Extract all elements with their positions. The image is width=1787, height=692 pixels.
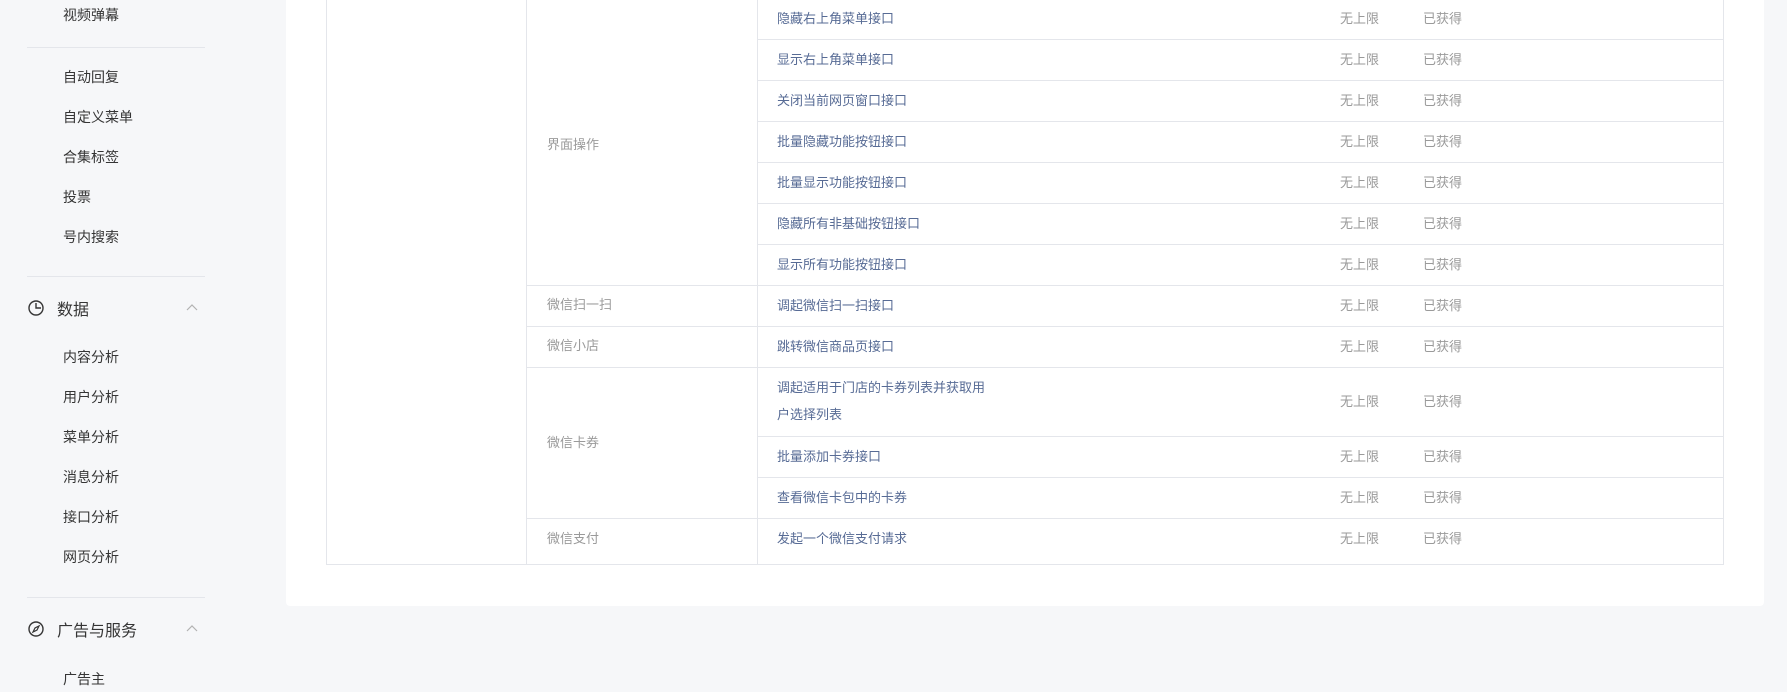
- sidebar-item-api-analysis[interactable]: 接口分析: [63, 508, 119, 528]
- category-cell: 微信扫一扫: [547, 298, 613, 313]
- sidebar-item-collection-tags[interactable]: 合集标签: [63, 148, 119, 168]
- api-name[interactable]: 查看微信卡包中的卡券: [777, 485, 907, 512]
- call-limit: 无上限: [1340, 176, 1380, 191]
- api-permission-table: 界面操作 微信扫一扫 微信小店 微信卡券 微信支付 隐藏右上角菜单接口 无上限 …: [326, 0, 1724, 565]
- api-name[interactable]: 关闭当前网页窗口接口: [777, 88, 907, 115]
- permission-status: 已获得: [1423, 395, 1463, 410]
- category-cell: 微信卡券: [547, 436, 600, 451]
- api-name[interactable]: 调起微信扫一扫接口: [777, 293, 894, 320]
- api-name[interactable]: 发起一个微信支付请求: [777, 526, 907, 553]
- call-limit: 无上限: [1340, 340, 1380, 355]
- sidebar-group-data[interactable]: 数据: [27, 295, 199, 321]
- permission-status: 已获得: [1423, 12, 1463, 27]
- sidebar-item-vote[interactable]: 投票: [63, 188, 91, 208]
- row-divider: [526, 367, 1723, 368]
- row-divider: [757, 121, 1723, 122]
- compass-icon: [27, 620, 45, 638]
- api-name[interactable]: 显示所有功能按钮接口: [777, 252, 907, 279]
- permission-status: 已获得: [1423, 340, 1463, 355]
- row-divider: [757, 203, 1723, 204]
- row-divider: [757, 39, 1723, 40]
- category-cell: 微信支付: [547, 532, 600, 547]
- call-limit: 无上限: [1340, 450, 1380, 465]
- sidebar-item-user-analysis[interactable]: 用户分析: [63, 388, 119, 408]
- permission-status: 已获得: [1423, 53, 1463, 68]
- api-name[interactable]: 批量添加卡券接口: [777, 444, 881, 471]
- row-divider: [526, 518, 1723, 519]
- permission-status: 已获得: [1423, 532, 1463, 547]
- permission-status: 已获得: [1423, 135, 1463, 150]
- category-cell: 微信小店: [547, 339, 600, 354]
- sidebar-item-content-analysis[interactable]: 内容分析: [63, 348, 119, 368]
- pie-chart-icon: [27, 299, 45, 317]
- api-name[interactable]: 显示右上角菜单接口: [777, 47, 894, 74]
- column-divider: [526, 0, 527, 564]
- row-divider: [757, 80, 1723, 81]
- sidebar: 视频弹幕 自动回复 自定义菜单 合集标签 投票 号内搜索 数据 内容分析 用户分…: [0, 0, 232, 692]
- call-limit: 无上限: [1340, 258, 1380, 273]
- chevron-up-icon: [185, 301, 199, 315]
- call-limit: 无上限: [1340, 135, 1380, 150]
- api-name[interactable]: 调起适用于门店的卡券列表并获取用户选择列表: [777, 375, 997, 429]
- api-name[interactable]: 批量显示功能按钮接口: [777, 170, 907, 197]
- column-divider: [757, 0, 758, 564]
- sidebar-group-ads-services[interactable]: 广告与服务: [27, 616, 199, 642]
- sidebar-group-label: 广告与服务: [57, 621, 138, 640]
- call-limit: 无上限: [1340, 12, 1380, 27]
- permission-status: 已获得: [1423, 491, 1463, 506]
- sidebar-divider: [27, 597, 205, 598]
- api-name[interactable]: 隐藏右上角菜单接口: [777, 6, 894, 33]
- api-name[interactable]: 批量隐藏功能按钮接口: [777, 129, 907, 156]
- api-name[interactable]: 跳转微信商品页接口: [777, 334, 894, 361]
- category-cell: 界面操作: [547, 138, 600, 153]
- sidebar-divider: [27, 47, 205, 48]
- sidebar-divider: [27, 276, 205, 277]
- api-name[interactable]: 隐藏所有非基础按钮接口: [777, 211, 920, 238]
- sidebar-item-custom-menu[interactable]: 自定义菜单: [63, 108, 133, 128]
- row-divider: [757, 244, 1723, 245]
- row-divider: [526, 285, 1723, 286]
- permission-status: 已获得: [1423, 450, 1463, 465]
- call-limit: 无上限: [1340, 395, 1380, 410]
- permission-status: 已获得: [1423, 176, 1463, 191]
- sidebar-item-menu-analysis[interactable]: 菜单分析: [63, 428, 119, 448]
- call-limit: 无上限: [1340, 94, 1380, 109]
- sidebar-item-message-analysis[interactable]: 消息分析: [63, 468, 119, 488]
- sidebar-item-auto-reply[interactable]: 自动回复: [63, 68, 119, 88]
- row-divider: [757, 162, 1723, 163]
- row-divider: [757, 436, 1723, 437]
- row-divider: [757, 477, 1723, 478]
- permission-status: 已获得: [1423, 217, 1463, 232]
- call-limit: 无上限: [1340, 299, 1380, 314]
- sidebar-item-account-search[interactable]: 号内搜索: [63, 228, 119, 248]
- permission-status: 已获得: [1423, 299, 1463, 314]
- row-divider: [526, 326, 1723, 327]
- permission-status: 已获得: [1423, 94, 1463, 109]
- sidebar-item-video-danmaku[interactable]: 视频弹幕: [63, 6, 119, 26]
- call-limit: 无上限: [1340, 53, 1380, 68]
- sidebar-item-webpage-analysis[interactable]: 网页分析: [63, 548, 119, 568]
- permission-status: 已获得: [1423, 258, 1463, 273]
- sidebar-item-advertiser[interactable]: 广告主: [63, 670, 105, 690]
- chevron-up-icon: [185, 622, 199, 636]
- call-limit: 无上限: [1340, 217, 1380, 232]
- sidebar-group-label: 数据: [57, 300, 90, 319]
- call-limit: 无上限: [1340, 532, 1380, 547]
- call-limit: 无上限: [1340, 491, 1380, 506]
